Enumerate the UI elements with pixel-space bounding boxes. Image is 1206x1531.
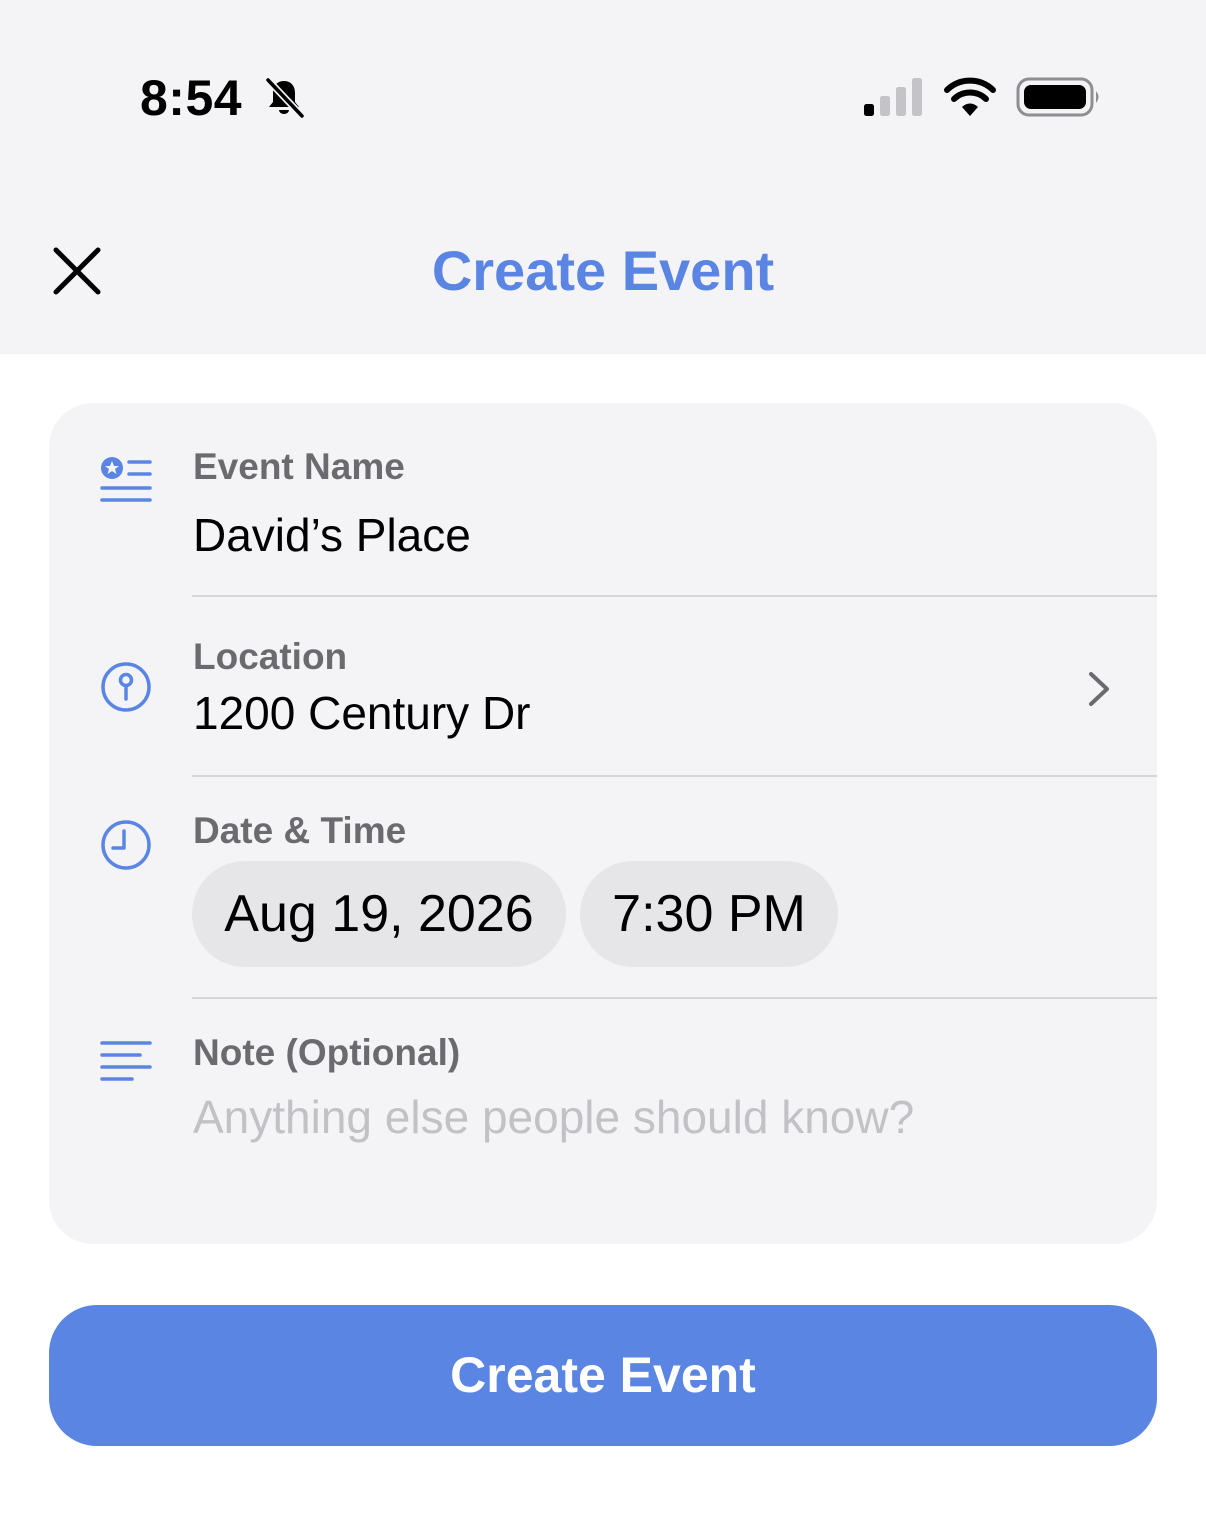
chevron-right-icon <box>1089 672 1109 706</box>
cellular-signal-icon <box>864 78 922 116</box>
event-name-field[interactable]: David’s Place <box>193 507 471 563</box>
note-lines-icon <box>100 1041 152 1081</box>
location-value: 1200 Century Dr <box>193 687 531 739</box>
note-label: Note (Optional) <box>193 1032 461 1073</box>
divider <box>192 997 1157 999</box>
event-name-icon <box>100 457 152 502</box>
location-label: Location <box>193 636 348 677</box>
time-picker-button[interactable]: 7:30 PM <box>580 861 838 967</box>
page-title: Create Event <box>431 239 775 302</box>
date-picker-button[interactable]: Aug 19, 2026 <box>192 861 566 967</box>
bell-slash-icon <box>264 76 306 120</box>
event-name-label: Event Name <box>193 446 405 487</box>
create-event-button[interactable]: Create Event <box>49 1305 1157 1446</box>
wifi-icon <box>944 77 996 116</box>
status-time: 8:54 <box>140 70 243 126</box>
divider <box>192 775 1157 777</box>
event-form-card: Event Name David’s Place Location 1200 C… <box>49 403 1157 1244</box>
note-input[interactable]: Anything else people should know? <box>193 1089 914 1145</box>
location-pin-icon <box>101 662 151 712</box>
clock-icon <box>101 820 151 870</box>
battery-icon <box>1016 77 1099 117</box>
date-time-label: Date & Time <box>193 810 407 851</box>
header-area: 8:54 Create Event <box>0 0 1206 354</box>
location-row[interactable]: Location 1200 Century Dr <box>49 597 1157 775</box>
